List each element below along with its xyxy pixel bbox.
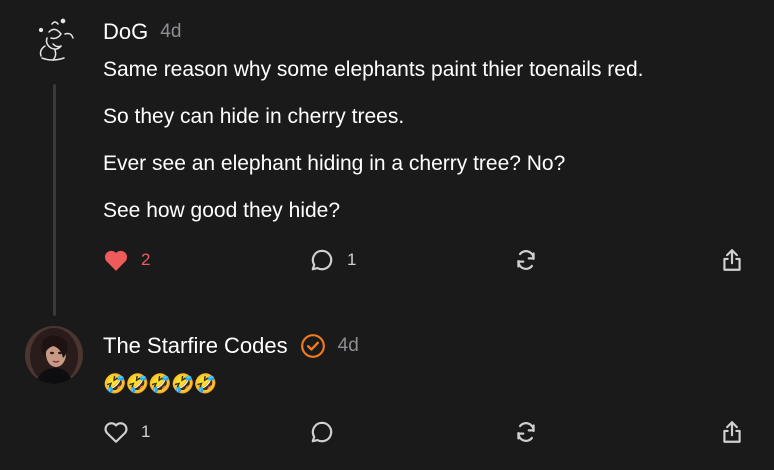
comment-icon	[311, 421, 333, 443]
author-name[interactable]: The Starfire Codes	[103, 333, 288, 359]
profile-photo-avatar-icon	[25, 326, 83, 384]
post-text-line: Same reason why some elephants paint thi…	[103, 58, 644, 81]
post-header: The Starfire Codes 4d	[103, 332, 359, 360]
post-actions: 2 1	[103, 246, 743, 274]
post-body: Same reason why some elephants paint thi…	[103, 58, 643, 223]
reply-button[interactable]: 1	[309, 246, 356, 274]
comment-icon	[311, 249, 333, 271]
repost-button[interactable]	[513, 246, 539, 274]
post: DoG 4d Same reason why some elephants pa…	[103, 18, 643, 223]
like-count: 2	[141, 250, 151, 269]
share-icon	[723, 249, 741, 271]
heart-filled-icon	[104, 250, 128, 271]
share-icon	[723, 421, 741, 443]
post-text-line: Ever see an elephant hiding in a cherry …	[103, 152, 566, 175]
like-count: 1	[141, 422, 151, 441]
comment-thread: DoG 4d Same reason why some elephants pa…	[0, 0, 774, 470]
repost-icon	[517, 250, 535, 270]
verified-badge	[300, 333, 326, 359]
reply-count: 1	[347, 250, 357, 269]
thread-line	[53, 84, 56, 316]
dog-sketch-avatar-icon	[25, 14, 83, 72]
post-body: 🤣🤣🤣🤣🤣	[103, 374, 217, 395]
avatar[interactable]	[25, 14, 83, 72]
share-button[interactable]	[719, 418, 745, 446]
post-actions: 1	[103, 418, 743, 446]
like-button[interactable]: 2	[103, 246, 150, 274]
post-header: DoG 4d	[103, 18, 643, 46]
share-button[interactable]	[719, 246, 745, 274]
like-button[interactable]: 1	[103, 418, 150, 446]
heart-outline-icon	[104, 422, 128, 443]
repost-button[interactable]	[513, 418, 539, 446]
verified-check-icon	[300, 334, 325, 358]
post: The Starfire Codes 4d 🤣🤣🤣🤣🤣	[103, 332, 359, 396]
post-text-line: See how good they hide?	[103, 199, 341, 222]
author-name[interactable]: DoG	[103, 19, 148, 45]
avatar[interactable]	[25, 326, 83, 384]
timestamp[interactable]: 4d	[160, 21, 181, 43]
repost-icon	[517, 422, 535, 442]
timestamp[interactable]: 4d	[338, 335, 359, 357]
post-text-line: So they can hide in cherry trees.	[103, 105, 405, 128]
reply-button[interactable]	[309, 418, 335, 446]
